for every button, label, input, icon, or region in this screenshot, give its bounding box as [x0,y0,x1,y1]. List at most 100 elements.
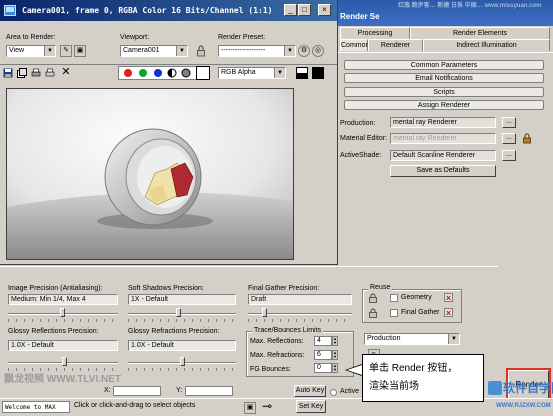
watermark-right-url: WWW.RJZXW.COM [496,403,551,409]
set-key-button[interactable]: Set Key [296,400,326,413]
callout-line-1: 单击 Render 按钮， [369,363,458,374]
clear-final-gather-cache-icon[interactable]: × [444,308,453,318]
production-renderer-field: mental ray Renderer [390,117,496,128]
render-setup-icon[interactable]: ⚙ [298,45,310,57]
fg-bounces-input[interactable]: 0 [314,363,332,373]
save-as-defaults-button[interactable]: Save as Defaults [390,165,496,177]
render-setup-body: Common Parameters Email Notifications Sc… [338,52,553,265]
tab-renderer[interactable]: Renderer [368,39,423,51]
prompt-line: Click or click-and-drag to select object… [74,402,196,409]
geometry-lock-icon[interactable] [368,293,378,303]
y-coordinate-label: Y: [176,387,183,394]
close-button[interactable]: × [318,4,331,16]
print-image-icon[interactable] [45,68,55,78]
render-mode-dropdown[interactable]: Production ▼ [364,333,460,345]
edit-region-icon[interactable]: ✎ [60,45,72,57]
toggle-ui-icon[interactable] [312,67,324,79]
print-icon[interactable] [31,68,41,78]
glossy-refractions-field[interactable]: 1.0X - Default [128,340,236,351]
rollout-scripts[interactable]: Scripts [344,87,544,97]
production-browse-button[interactable]: ... [502,117,516,128]
activeshade-renderer-field: Default Scanline Renderer [390,150,496,161]
tab-common[interactable]: Common [340,39,369,51]
watermark-left: 飘龙视频 WWW.TLVI.NET [4,374,122,385]
clone-window-icon[interactable] [17,68,27,78]
callout-line-2: 渲染当前场 [369,381,419,392]
geometry-checkbox[interactable] [390,294,398,302]
frame-window-title: Camera001, frame 0, RGBA Color 16 Bits/C… [22,6,273,15]
material-editor-renderer-field: mental ray Renderer [390,133,496,144]
frame-window-titlebar[interactable]: Camera001, frame 0, RGBA Color 16 Bits/C… [0,0,337,21]
tab-indirect-illumination[interactable]: Indirect Illumination [423,39,550,51]
glossy-reflections-field[interactable]: 1.0X - Default [8,340,118,351]
y-coordinate-field[interactable] [185,386,233,396]
auto-region-icon[interactable]: ▣ [74,45,86,57]
production-label: Production: [340,120,376,127]
render-mode-value: Production [367,335,401,342]
active-radio[interactable] [330,389,337,396]
rollout-email-notifications[interactable]: Email Notifications [344,73,544,83]
glossy-refractions-label: Glossy Refractions Precision: [128,328,220,335]
viewport-dropdown[interactable]: Camera001 ▼ [120,45,188,57]
chevron-down-icon: ▼ [176,46,187,56]
key-icon: ⊸ [262,399,273,413]
viewport-label: Viewport: [120,34,150,41]
rollout-assign-renderer[interactable]: Assign Renderer [344,100,544,110]
soft-shadows-field[interactable]: 1X - Default [128,294,236,305]
material-editor-browse-button[interactable]: ... [502,133,516,144]
alpha-channel-icon[interactable] [167,68,177,78]
clear-icon[interactable]: ✕ [60,67,72,79]
save-image-icon[interactable] [3,68,13,78]
display-channel-dropdown[interactable]: RGB Alpha ▼ [218,67,286,79]
chevron-down-icon: ▼ [284,46,295,56]
app-icon [4,5,16,16]
image-precision-field[interactable]: Medium: Min 1/4, Max 4 [8,294,118,305]
material-editor-label: Material Editor: [340,135,388,142]
blue-channel-icon[interactable] [154,69,162,77]
red-channel-icon[interactable] [124,69,132,77]
max-refractions-spinner[interactable]: ▲ ▼ [332,350,338,360]
lock-icon[interactable] [522,133,532,144]
chevron-down-icon: ▼ [274,68,285,78]
final-gather-precision-field[interactable]: Draft [248,294,352,305]
fg-bounces-spinner[interactable]: ▲ ▼ [332,363,338,373]
max-reflections-label: Max. Reflections: [250,338,304,345]
soft-shadows-slider[interactable] [176,308,181,317]
tab-processing[interactable]: Processing [340,27,410,39]
glossy-refractions-slider[interactable] [180,357,185,366]
viewport-lock-icon[interactable] [196,45,206,57]
x-coordinate-label: X: [104,387,111,394]
geometry-label: Geometry [401,294,432,301]
activeshade-browse-button[interactable]: ... [502,150,516,161]
area-to-render-dropdown[interactable]: View ▼ [6,45,56,57]
final-gather-lock-icon[interactable] [368,308,378,318]
monochrome-icon[interactable] [181,68,191,78]
auto-key-button[interactable]: Auto Key [294,385,326,397]
render-preset-dropdown[interactable]: ------------------- ▼ [218,45,296,57]
max-reflections-input[interactable]: 4 [314,336,332,346]
render-setup-title: Render Se [340,12,380,21]
rollout-common-parameters[interactable]: Common Parameters [344,60,544,70]
image-precision-slider[interactable] [60,308,65,317]
swatch-icon[interactable] [196,66,210,80]
tab-render-elements[interactable]: Render Elements [410,27,550,39]
render-setup-titlebar[interactable]: Render Se 红瓶 跑步客… 新建 日系 中国… www.missyuan… [338,0,553,26]
green-channel-icon[interactable] [139,69,147,77]
display-channel-value: RGB Alpha [221,69,256,76]
fg-bounces-label: FG Bounces: [250,366,291,373]
soft-shadows-slider-track [128,313,236,315]
clear-geometry-cache-icon[interactable]: × [444,293,453,303]
max-reflections-spinner[interactable]: ▲ ▼ [332,336,338,346]
glossy-reflections-slider[interactable] [62,357,67,366]
final-gather-checkbox[interactable] [390,309,398,317]
x-coordinate-field[interactable] [113,386,161,396]
max-refractions-input[interactable]: 6 [314,350,332,360]
maxscript-listener[interactable]: Welcome to MAX [2,401,70,413]
viewport-value: Camera001 [123,47,160,54]
maximize-button[interactable]: □ [298,4,311,16]
minimize-button[interactable]: _ [284,4,297,16]
final-gather-slider[interactable] [262,308,267,317]
key-mode-icon[interactable]: ▣ [244,402,256,414]
environment-icon[interactable]: ◎ [312,45,324,57]
toggle-ui-overlay-icon[interactable] [296,67,308,79]
